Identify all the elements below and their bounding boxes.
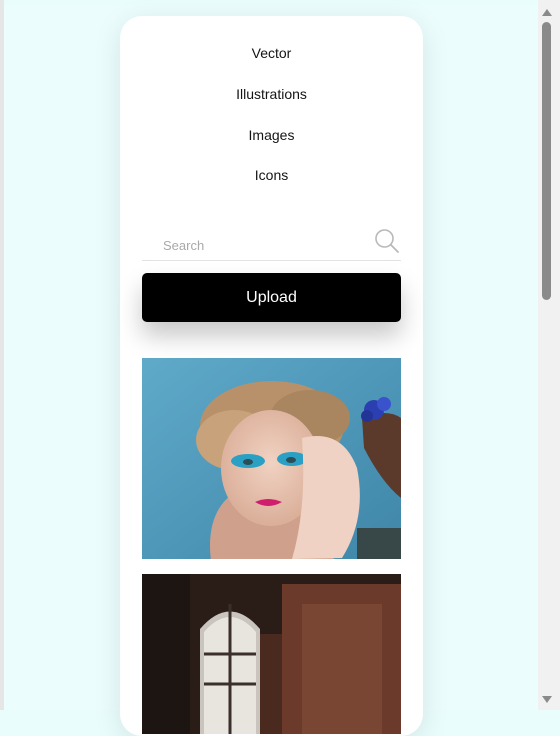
vertical-scrollbar[interactable] [538, 0, 560, 710]
scrollbar-thumb[interactable] [542, 22, 551, 300]
gallery-image-portrait[interactable] [142, 358, 401, 559]
scroll-down-icon[interactable] [542, 696, 552, 703]
scroll-up-icon[interactable] [542, 9, 552, 16]
room-photo [142, 574, 401, 734]
search-icon[interactable] [374, 228, 400, 254]
nav-item-illustrations[interactable]: Illustrations [120, 86, 423, 102]
portrait-photo [142, 358, 401, 559]
page-viewport: Vector Illustrations Images Icons Upload [4, 5, 538, 736]
search-input[interactable] [142, 232, 362, 258]
nav-item-images[interactable]: Images [120, 127, 423, 143]
content-card: Vector Illustrations Images Icons Upload [120, 16, 423, 736]
gallery-image-room[interactable] [142, 574, 401, 734]
nav-item-icons[interactable]: Icons [120, 167, 423, 183]
search-bar [142, 229, 401, 261]
upload-button[interactable]: Upload [142, 273, 401, 322]
nav-item-vector[interactable]: Vector [120, 45, 423, 61]
